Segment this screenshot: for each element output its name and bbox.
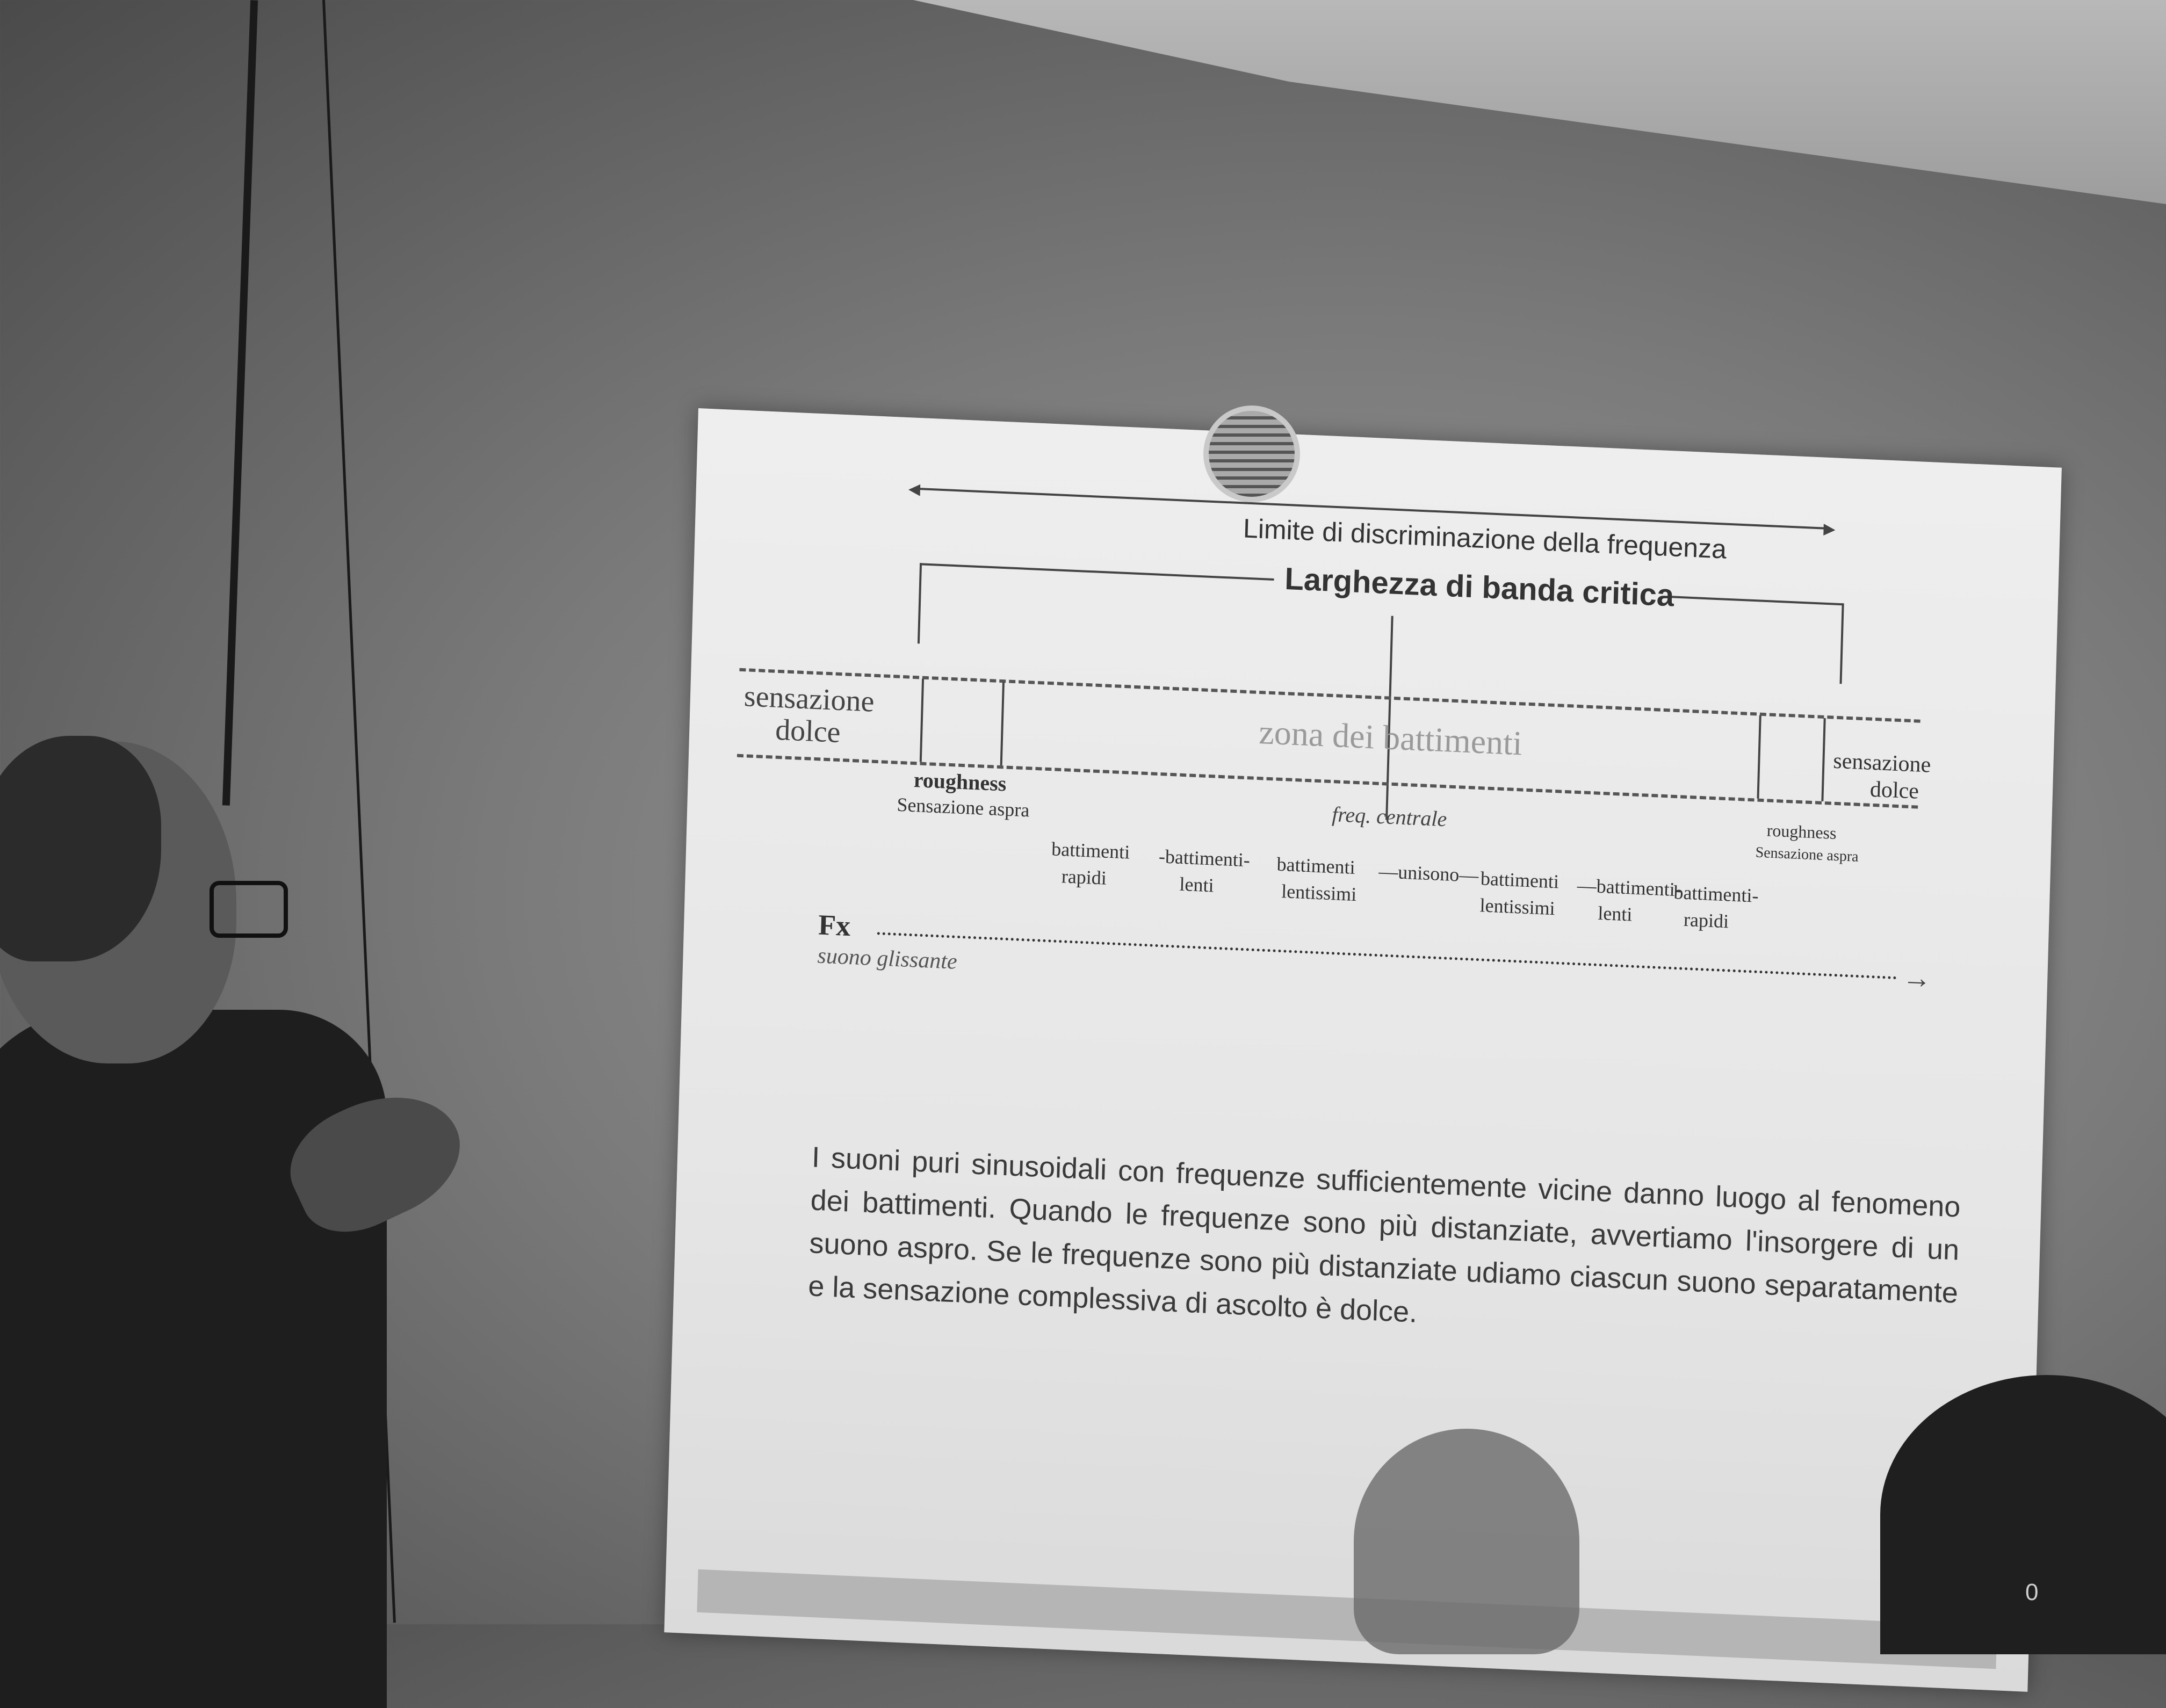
glide-dotted-line bbox=[877, 932, 1897, 980]
ceiling-vent bbox=[1203, 406, 1300, 502]
beat-left-slow-2: lenti bbox=[1179, 873, 1215, 896]
beat-left-veryslow-1: battimenti bbox=[1276, 853, 1356, 879]
beat-right-slow-1: —battimenti- bbox=[1577, 874, 1682, 901]
left-roughness: roughness bbox=[913, 768, 1007, 796]
bracket-right-tick bbox=[1839, 603, 1844, 684]
beat-right-veryslow-1: battimenti bbox=[1480, 867, 1559, 893]
right-soft-line2: dolce bbox=[1869, 777, 1919, 804]
unison: —unisono— bbox=[1378, 860, 1479, 887]
left-roughness-box-right bbox=[1000, 682, 1005, 766]
explanation-paragraph: I suoni puri sinusoidali con frequenze s… bbox=[807, 1141, 1961, 1329]
cable-left bbox=[222, 0, 258, 806]
beat-left-slow-1: -battimenti- bbox=[1158, 845, 1251, 871]
left-roughness-box-left bbox=[919, 678, 925, 762]
beat-right-veryslow-2: lentissimi bbox=[1479, 894, 1556, 920]
right-roughness: roughness bbox=[1766, 820, 1837, 843]
glasses-icon bbox=[210, 881, 288, 938]
beat-left-veryslow-2: lentissimi bbox=[1281, 880, 1357, 906]
beat-right-fast-1: battimenti- bbox=[1673, 881, 1759, 907]
beats-zone-label: zona dei battimenti bbox=[1258, 713, 1523, 763]
right-roughness-box-right bbox=[1821, 718, 1826, 801]
corner-mark: 0 bbox=[2025, 1579, 2039, 1605]
critical-band-bracket-right bbox=[1671, 596, 1843, 606]
arrow-right-head: ▸ bbox=[1823, 515, 1836, 542]
center-frequency-label: freq. centrale bbox=[1331, 802, 1447, 831]
audience-head-shadow bbox=[1354, 1429, 1579, 1654]
left-soft-line1: sensazione bbox=[743, 679, 875, 719]
beat-right-slow-2: lenti bbox=[1597, 902, 1633, 925]
beat-left-fast-1: battimenti bbox=[1051, 838, 1130, 863]
glide-arrow-icon: → bbox=[1902, 961, 1932, 995]
photo-scene: ◂ ▸ Limite di discriminazione della freq… bbox=[0, 0, 2166, 1708]
left-harsh: Sensazione aspra bbox=[896, 793, 1030, 821]
critical-band-bracket-left bbox=[920, 563, 1274, 581]
right-roughness-box-left bbox=[1757, 715, 1761, 799]
arrow-left-head: ◂ bbox=[908, 475, 921, 502]
fx-label: Fx bbox=[818, 908, 851, 943]
ceiling bbox=[913, 0, 2166, 204]
bracket-left-tick bbox=[917, 563, 922, 644]
right-harsh: Sensazione aspra bbox=[1755, 844, 1859, 865]
speaker-body bbox=[0, 1010, 387, 1708]
left-soft-line2: dolce bbox=[775, 713, 841, 750]
beat-right-fast-2: rapidi bbox=[1683, 908, 1729, 932]
glide-label: suono glissante bbox=[817, 943, 958, 974]
beat-left-fast-2: rapidi bbox=[1061, 865, 1107, 889]
right-soft-line1: sensazione bbox=[1832, 748, 1931, 778]
critical-band-label: Larghezza di banda critica bbox=[1284, 561, 1675, 613]
zone-top-border bbox=[739, 668, 1920, 723]
slide-bottom-bar bbox=[697, 1569, 1997, 1669]
